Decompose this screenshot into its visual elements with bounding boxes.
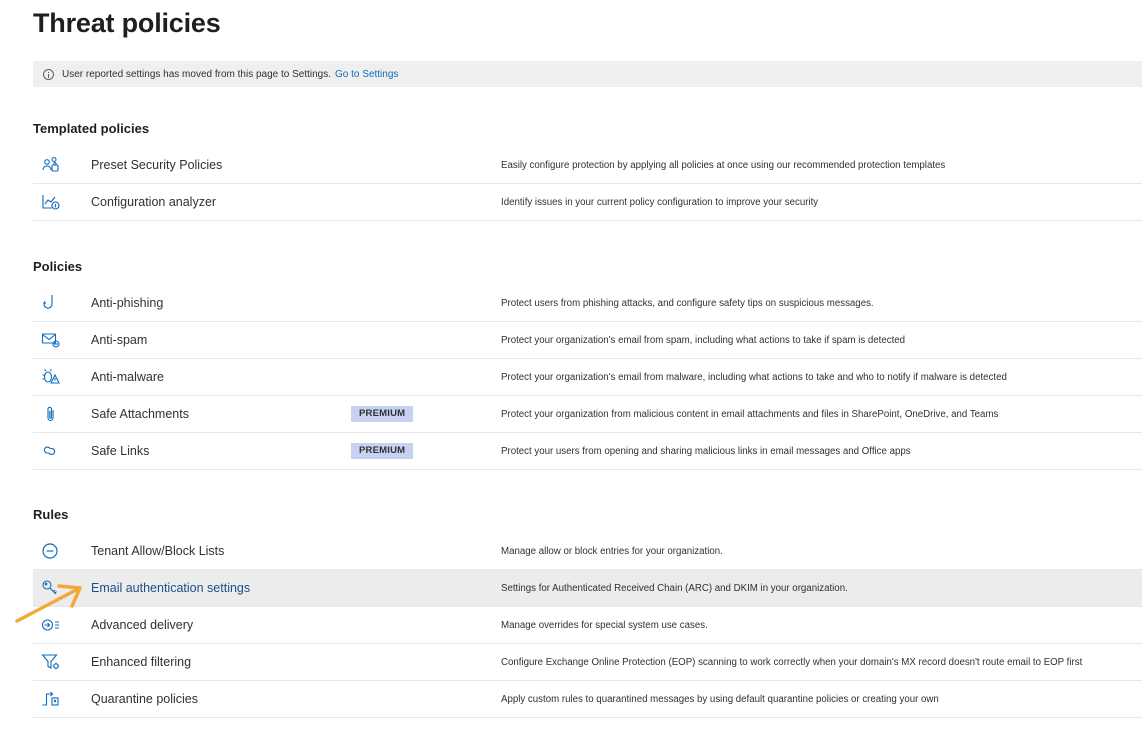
row-description: Identify issues in your current policy c… bbox=[501, 196, 819, 208]
row-anti-phishing[interactable]: Anti-phishing Protect users from phishin… bbox=[33, 285, 1142, 322]
row-description: Protect users from phishing attacks, and… bbox=[501, 297, 874, 309]
rules-list: Tenant Allow/Block Lists Manage allow or… bbox=[33, 533, 1142, 718]
bug-warning-icon bbox=[41, 368, 61, 386]
row-description: Protect your organization from malicious… bbox=[501, 408, 999, 420]
policies-list: Anti-phishing Protect users from phishin… bbox=[33, 285, 1142, 470]
mail-block-icon bbox=[41, 331, 61, 349]
row-description: Protect your organization's email from s… bbox=[501, 334, 906, 346]
row-advanced-delivery[interactable]: Advanced delivery Manage overrides for s… bbox=[33, 607, 1142, 644]
row-tenant-allow-block-lists[interactable]: Tenant Allow/Block Lists Manage allow or… bbox=[33, 533, 1142, 570]
premium-badge: PREMIUM bbox=[351, 406, 414, 422]
row-enhanced-filtering[interactable]: Enhanced filtering Configure Exchange On… bbox=[33, 644, 1142, 681]
row-description: Manage overrides for special system use … bbox=[501, 619, 708, 631]
annotation-arrow-icon bbox=[15, 584, 82, 623]
quarantine-icon bbox=[41, 690, 61, 708]
block-circle-icon bbox=[41, 542, 61, 560]
row-name: Tenant Allow/Block Lists bbox=[91, 544, 225, 558]
row-name: Anti-malware bbox=[91, 370, 164, 384]
row-quarantine-policies[interactable]: Quarantine policies Apply custom rules t… bbox=[33, 681, 1142, 718]
chart-info-icon bbox=[41, 193, 61, 211]
link-icon bbox=[41, 442, 61, 460]
section-title-policies: Policies bbox=[33, 259, 83, 274]
banner-text: User reported settings has moved from th… bbox=[62, 68, 332, 80]
row-name: Safe Links bbox=[91, 444, 150, 458]
row-name: Enhanced filtering bbox=[91, 655, 192, 669]
go-to-settings-link[interactable]: Go to Settings bbox=[335, 69, 398, 80]
row-safe-links[interactable]: Safe Links PREMIUM Protect your users fr… bbox=[33, 433, 1142, 470]
row-name: Anti-phishing bbox=[91, 296, 164, 310]
info-banner: User reported settings has moved from th… bbox=[33, 61, 1142, 87]
row-description: Protect your organization's email from m… bbox=[501, 371, 1007, 383]
row-name: Quarantine policies bbox=[91, 692, 199, 706]
section-title-templated: Templated policies bbox=[33, 121, 150, 136]
row-name: Preset Security Policies bbox=[91, 158, 223, 172]
row-description: Easily configure protection by applying … bbox=[501, 159, 946, 171]
premium-badge: PREMIUM bbox=[351, 443, 414, 459]
row-description: Configure Exchange Online Protection (EO… bbox=[501, 656, 1083, 668]
users-shield-icon bbox=[41, 156, 61, 174]
page-title: Threat policies bbox=[33, 8, 221, 38]
row-description: Apply custom rules to quarantined messag… bbox=[501, 693, 939, 705]
row-email-authentication-settings[interactable]: Email authentication settings Settings f… bbox=[33, 570, 1142, 607]
paperclip-icon bbox=[41, 405, 61, 423]
row-name: Email authentication settings bbox=[91, 581, 251, 595]
templated-policies-list: Preset Security Policies Easily configur… bbox=[33, 147, 1142, 221]
row-description: Settings for Authenticated Received Chai… bbox=[501, 582, 848, 594]
section-title-rules: Rules bbox=[33, 507, 69, 522]
row-name: Advanced delivery bbox=[91, 618, 194, 632]
row-name: Anti-spam bbox=[91, 333, 148, 347]
row-preset-security-policies[interactable]: Preset Security Policies Easily configur… bbox=[33, 147, 1142, 184]
row-description: Protect your users from opening and shar… bbox=[501, 445, 911, 457]
hook-icon bbox=[41, 294, 61, 312]
row-configuration-analyzer[interactable]: Configuration analyzer Identify issues i… bbox=[33, 184, 1142, 221]
row-description: Manage allow or block entries for your o… bbox=[501, 545, 723, 557]
info-icon bbox=[43, 68, 54, 80]
row-anti-malware[interactable]: Anti-malware Protect your organization's… bbox=[33, 359, 1142, 396]
row-name: Configuration analyzer bbox=[91, 195, 217, 209]
filter-gear-icon bbox=[41, 653, 61, 671]
row-name: Safe Attachments bbox=[91, 407, 189, 421]
row-safe-attachments[interactable]: Safe Attachments PREMIUM Protect your or… bbox=[33, 396, 1142, 433]
row-anti-spam[interactable]: Anti-spam Protect your organization's em… bbox=[33, 322, 1142, 359]
